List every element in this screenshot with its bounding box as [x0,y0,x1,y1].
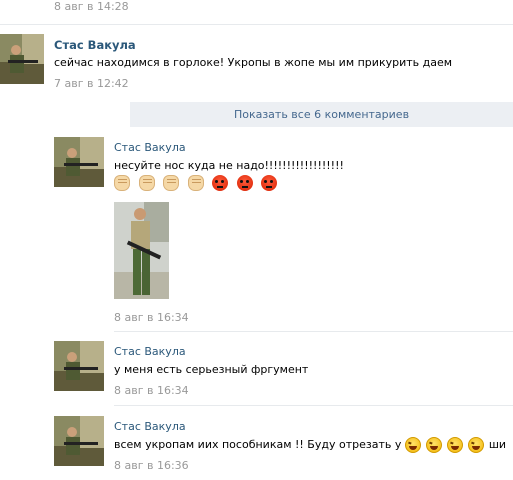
angry-emoji-icon [212,175,228,191]
comment-text-after: ши [488,438,507,451]
laughing-emoji-icon [404,437,421,453]
fist-emoji-icon [187,175,204,191]
show-all-comments-button[interactable]: Показать все 6 комментариев [130,102,513,127]
comment-author[interactable]: Стас Вакула [114,345,186,358]
comment-timestamp[interactable]: 8 авг в 16:36 [114,459,189,472]
comment-timestamp[interactable]: 8 авг в 16:34 [114,311,189,324]
avatar[interactable] [0,34,44,84]
post-timestamp[interactable]: 7 авг в 12:42 [54,77,129,90]
comment-timestamp[interactable]: 8 авг в 14:28 [54,0,129,13]
angry-emoji-icon [261,175,277,191]
laughing-emoji-icon [425,437,442,453]
laughing-emoji-icon [446,437,463,453]
emoji-row [114,175,282,193]
avatar[interactable] [54,416,104,466]
comment-text-before: всем укропам иих пособникам !! Буду отре… [114,438,402,451]
avatar[interactable] [54,341,104,391]
avatar[interactable] [54,137,104,187]
fist-emoji-icon [163,175,179,191]
comment-text: всем укропам иих пособникам !! Буду отре… [114,436,506,454]
avatar-photo [54,137,104,187]
fist-emoji-icon [138,175,155,191]
divider [114,331,513,332]
post-text: сейчас находимся в горлоке! Укропы в жоп… [54,56,453,69]
comment-author[interactable]: Стас Вакула [114,141,186,154]
comment-text: у меня есть серьезный фргумент [114,363,309,376]
fist-emoji-icon [114,175,130,191]
divider [114,405,513,406]
attached-photo[interactable] [114,202,169,299]
comment-timestamp[interactable]: 8 авг в 16:34 [114,384,189,397]
avatar-photo [0,34,44,84]
divider [0,24,513,25]
attached-photo-image [114,202,169,299]
avatar-photo [54,341,104,391]
avatar-photo [54,416,104,466]
angry-emoji-icon [236,175,253,191]
comment-author[interactable]: Стас Вакула [114,420,186,433]
comment-text: несуйте нос куда не надо!!!!!!!!!!!!!!!!… [114,159,344,172]
post-author[interactable]: Стас Вакула [54,38,136,52]
laughing-emoji-icon [467,437,484,453]
